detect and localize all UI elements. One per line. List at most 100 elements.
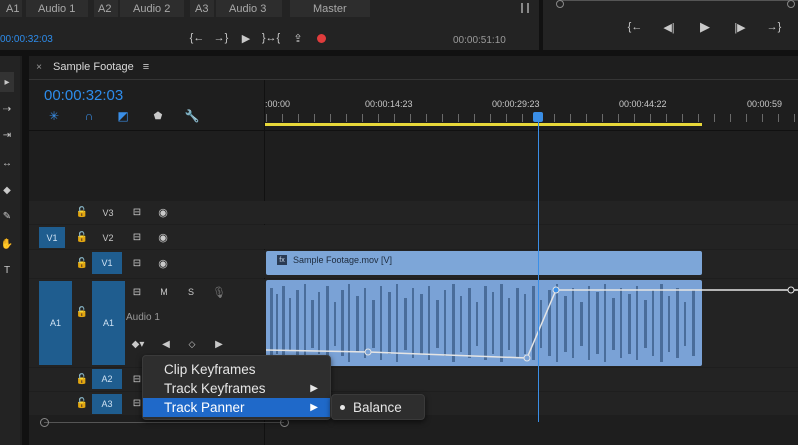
menu-item-label: Track Panner xyxy=(164,400,245,415)
track-target-v1[interactable]: V1 xyxy=(92,252,122,274)
submenu-arrow-icon: ▶ xyxy=(310,402,318,413)
wrench-icon[interactable]: 🔧 xyxy=(184,108,200,124)
lock-icon[interactable]: 🔓 xyxy=(76,257,88,269)
timeline-tab-title[interactable]: Sample Footage xyxy=(53,61,134,73)
track-select-tool-icon[interactable]: ⇢ xyxy=(0,101,14,117)
track-target-a3[interactable]: A3 xyxy=(92,394,122,414)
source-patch-v1[interactable]: V1 xyxy=(39,227,65,248)
lock-icon[interactable]: 🔓 xyxy=(76,397,88,409)
prev-keyframe-icon[interactable]: ◀ xyxy=(160,338,172,350)
program-mark-in-icon[interactable]: {← xyxy=(626,19,644,35)
top-bar: A1 Audio 1 A2 Audio 2 A3 Audio 3 Master … xyxy=(0,0,798,56)
scroll-handle-icon[interactable] xyxy=(521,3,529,13)
track-v2 xyxy=(29,225,798,249)
hand-tool-icon[interactable]: ✋ xyxy=(0,236,14,252)
type-tool-icon[interactable]: T xyxy=(0,262,14,278)
ruler-label: 00:00:44:22 xyxy=(619,99,667,109)
next-keyframe-icon[interactable]: ▶ xyxy=(213,338,225,350)
add-keyframe-icon[interactable]: ◇ xyxy=(186,338,198,350)
pen-tool-icon[interactable]: ✎ xyxy=(0,208,14,224)
sync-lock-icon[interactable]: ⊟ xyxy=(130,206,144,218)
tab-a3[interactable]: A3 xyxy=(195,0,208,17)
sync-lock-icon[interactable]: ⊟ xyxy=(130,231,144,243)
nest-sequences-icon[interactable]: ✳ xyxy=(46,108,62,124)
track-label-v3[interactable]: V3 xyxy=(97,206,119,220)
mark-out-icon[interactable]: →} xyxy=(212,30,230,46)
header-scrollbar[interactable] xyxy=(44,422,284,423)
track-target-a2[interactable]: A2 xyxy=(92,369,122,389)
menu-item-clip-keyframes[interactable]: Clip Keyframes xyxy=(143,360,330,379)
menu-item-track-keyframes[interactable]: Track Keyframes ▶ xyxy=(143,379,330,398)
menu-item-label: Balance xyxy=(353,400,402,415)
tab-audio2[interactable]: Audio 2 xyxy=(133,0,170,17)
eye-icon[interactable]: ◉ xyxy=(156,206,170,219)
menu-item-balance[interactable]: Balance xyxy=(332,398,424,417)
timeline-current-timecode[interactable]: 00:00:32:03 xyxy=(44,87,123,104)
ruler-label: :00:00 xyxy=(265,99,291,109)
tab-a2[interactable]: A2 xyxy=(98,0,111,17)
lock-icon[interactable]: 🔓 xyxy=(76,206,88,218)
razor-tool-icon[interactable]: ◆ xyxy=(0,182,14,198)
program-mark-out-icon[interactable]: →} xyxy=(765,19,783,35)
tab-audio3[interactable]: Audio 3 xyxy=(229,0,266,17)
work-area-bar[interactable] xyxy=(265,123,702,126)
monitor-scrollbar[interactable] xyxy=(560,0,798,1)
source-patch-a1[interactable]: A1 xyxy=(39,281,72,365)
sync-lock-icon[interactable]: ⊟ xyxy=(130,257,144,269)
tab-master[interactable]: Master xyxy=(313,0,347,17)
solo-button[interactable]: S xyxy=(185,286,197,298)
ruler-bottom-border xyxy=(29,130,798,131)
selection-tool-icon[interactable]: ▸ xyxy=(0,72,14,92)
ruler-label: 00:00:14:23 xyxy=(365,99,413,109)
eye-icon[interactable]: ◉ xyxy=(156,257,170,270)
tab-audio1[interactable]: Audio 1 xyxy=(38,0,75,17)
program-play-icon[interactable]: ▶ xyxy=(696,19,714,35)
record-icon[interactable] xyxy=(317,34,326,43)
clip-label: Sample Footage.mov [V] xyxy=(293,255,393,265)
loop-in-out-icon[interactable]: }↔{ xyxy=(261,30,281,46)
export-frame-icon[interactable]: ⇪ xyxy=(289,30,307,46)
menu-item-track-panner[interactable]: Track Panner ▶ xyxy=(143,398,330,417)
play-icon[interactable]: ▶ xyxy=(238,30,254,46)
panel-menu-icon[interactable]: ≡ xyxy=(140,61,152,73)
track-name-audio1[interactable]: Audio 1 xyxy=(126,312,160,323)
ripple-edit-tool-icon[interactable]: ⇥ xyxy=(0,127,14,143)
tools-splitter[interactable] xyxy=(22,56,29,445)
header-scroll-start[interactable] xyxy=(40,418,49,427)
sync-lock-icon[interactable]: ⊟ xyxy=(130,286,144,298)
menu-item-label: Track Keyframes xyxy=(164,381,266,396)
track-label-v2[interactable]: V2 xyxy=(97,231,119,245)
playhead-line[interactable] xyxy=(538,122,539,422)
fx-badge-icon[interactable]: fx xyxy=(277,255,287,265)
lock-icon[interactable]: 🔓 xyxy=(76,231,88,243)
pane-divider xyxy=(539,0,543,56)
context-menu: Clip Keyframes Track Keyframes ▶ Track P… xyxy=(142,355,331,420)
step-back-icon[interactable]: ◀| xyxy=(660,19,678,35)
source-current-timecode[interactable]: 00:00:32:03 xyxy=(0,34,53,45)
eye-icon[interactable]: ◉ xyxy=(156,231,170,244)
close-icon[interactable]: × xyxy=(34,62,44,73)
linked-selection-icon[interactable]: ◩ xyxy=(115,108,131,124)
mute-button[interactable]: M xyxy=(158,286,170,298)
voice-over-mic-icon[interactable]: 🎙 xyxy=(212,285,226,299)
scroll-end-handle[interactable] xyxy=(787,0,795,8)
snap-icon[interactable]: ∩ xyxy=(81,108,97,124)
menu-item-label: Clip Keyframes xyxy=(164,362,256,377)
track-target-a1[interactable]: A1 xyxy=(92,281,125,365)
step-forward-icon[interactable]: |▶ xyxy=(731,19,749,35)
ruler-ticks[interactable] xyxy=(266,114,798,122)
keyframe-line[interactable] xyxy=(266,280,798,366)
show-keyframes-icon[interactable]: ◆▾ xyxy=(130,338,146,350)
add-marker-icon[interactable]: ⬟ xyxy=(150,108,166,124)
source-duration-timecode: 00:00:51:10 xyxy=(453,35,506,46)
slip-tool-icon[interactable]: ↔ xyxy=(0,155,14,171)
scroll-start-handle[interactable] xyxy=(556,0,564,8)
lock-icon[interactable]: 🔓 xyxy=(76,373,88,385)
submenu-arrow-icon: ▶ xyxy=(310,383,318,394)
lock-icon[interactable]: 🔓 xyxy=(76,306,88,318)
track-v3 xyxy=(29,201,798,224)
tab-a1[interactable]: A1 xyxy=(6,0,19,17)
mark-in-icon[interactable]: {← xyxy=(188,30,206,46)
tab-underline xyxy=(29,79,798,80)
playhead-handle[interactable] xyxy=(533,112,543,122)
